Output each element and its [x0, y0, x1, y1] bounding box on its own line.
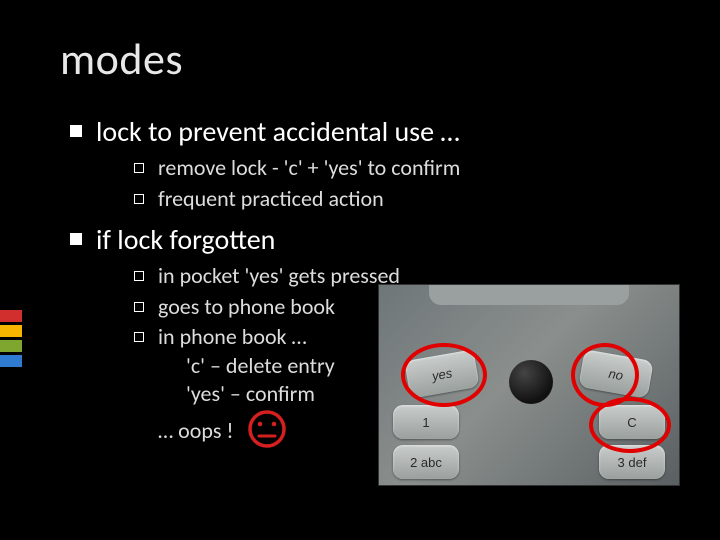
- highlight-circle-icon: [401, 343, 487, 407]
- accent-bar: [0, 355, 22, 367]
- bullet-level2: remove lock - 'c' + 'yes' to confirm: [134, 154, 680, 183]
- highlight-circle-icon: [589, 397, 671, 453]
- oops-text: … oops !: [158, 417, 234, 444]
- phone-joystick: [509, 360, 553, 404]
- accent-bar: [0, 325, 22, 337]
- bullet-text: if lock forgotten: [96, 222, 275, 257]
- phone-key-2: 2 abc: [393, 445, 459, 479]
- accent-bar: [0, 310, 22, 322]
- bullet-level1: lock to prevent accidental use … remove …: [70, 114, 680, 214]
- bullet-level2: frequent practiced action: [134, 185, 680, 214]
- accent-bar: [0, 340, 22, 352]
- accent-bars: [0, 310, 22, 370]
- slide-title: modes: [60, 32, 680, 86]
- sad-face-icon: [247, 409, 287, 457]
- phone-photo: yes no C 1 2 abc 3 def: [378, 284, 680, 486]
- slide: modes lock to prevent accidental use … r…: [0, 0, 720, 540]
- bullet-sublist: remove lock - 'c' + 'yes' to confirm fre…: [96, 154, 680, 213]
- phone-screen: [429, 284, 629, 305]
- phone-key-1: 1: [393, 405, 459, 439]
- bullet-text: in phone book …: [158, 323, 307, 350]
- bullet-text: lock to prevent accidental use …: [96, 114, 460, 149]
